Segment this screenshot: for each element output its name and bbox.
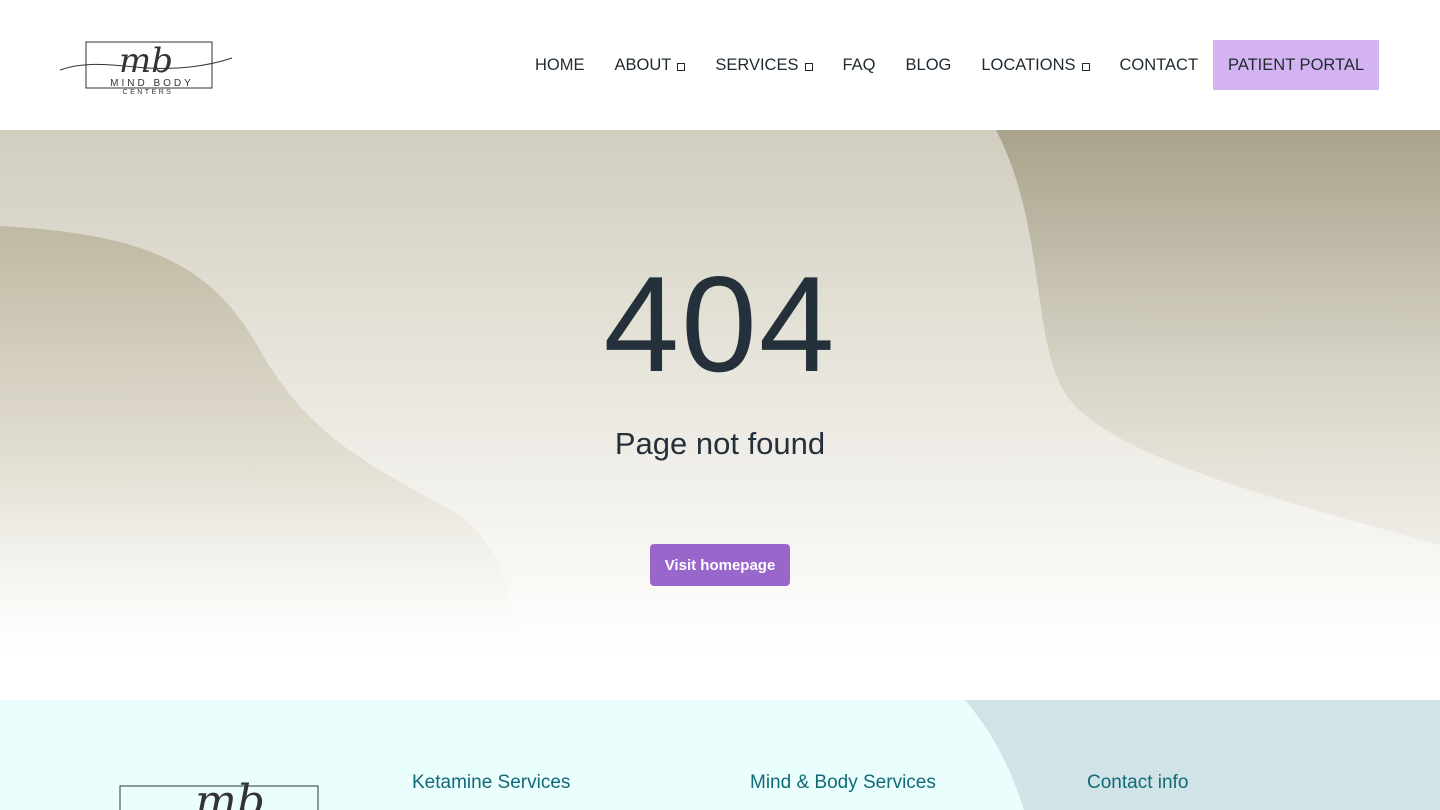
patient-portal-label: PATIENT PORTAL	[1228, 55, 1365, 74]
footer-heading-contact: Contact info	[1087, 772, 1189, 793]
footer-heading-ketamine: Ketamine Services	[412, 772, 571, 793]
patient-portal-button[interactable]: PATIENT PORTAL	[1213, 40, 1380, 90]
nav-contact-label: CONTACT	[1119, 55, 1199, 74]
logo-sub: CENTERS	[122, 89, 174, 96]
nav-about-label: ABOUT	[614, 55, 672, 74]
nav-services[interactable]: SERVICES	[700, 56, 827, 75]
nav-about[interactable]: ABOUT	[600, 56, 701, 75]
error-message: Page not found	[614, 426, 826, 461]
nav-locations-label: LOCATIONS	[981, 55, 1076, 74]
site-header: mb MIND BODY CENTERS HOME ABOUT SERVICES…	[0, 0, 1440, 130]
footer-logo[interactable]: mb	[118, 770, 320, 810]
nav-blog[interactable]: BLOG	[891, 56, 967, 75]
dropdown-icon	[804, 62, 813, 71]
error-hero: 404 Page not found Visit homepage	[0, 130, 1440, 700]
main-nav: HOME ABOUT SERVICES FAQ BLOG LOCATIONS C…	[520, 40, 1380, 90]
nav-faq-label: FAQ	[842, 55, 876, 74]
svg-text:mb: mb	[119, 41, 173, 81]
nav-home-label: HOME	[535, 55, 585, 74]
visit-homepage-button[interactable]: Visit homepage	[650, 544, 790, 586]
nav-home[interactable]: HOME	[520, 56, 600, 75]
logo-name: MIND BODY	[110, 78, 194, 89]
nav-services-label: SERVICES	[715, 55, 799, 74]
nav-faq[interactable]: FAQ	[828, 56, 891, 75]
hero-wave-shapes	[0, 130, 1440, 670]
dropdown-icon	[1081, 62, 1090, 71]
svg-text:mb: mb	[195, 776, 265, 810]
dropdown-icon	[677, 62, 686, 71]
error-code: 404	[603, 248, 837, 400]
nav-contact[interactable]: CONTACT	[1105, 56, 1214, 75]
nav-locations[interactable]: LOCATIONS	[966, 56, 1104, 75]
nav-blog-label: BLOG	[905, 55, 952, 74]
footer-heading-mind-body: Mind & Body Services	[750, 772, 936, 793]
site-footer: mb Ketamine Services Mind & Body Service…	[0, 700, 1440, 810]
site-logo[interactable]: mb MIND BODY CENTERS	[58, 30, 234, 102]
